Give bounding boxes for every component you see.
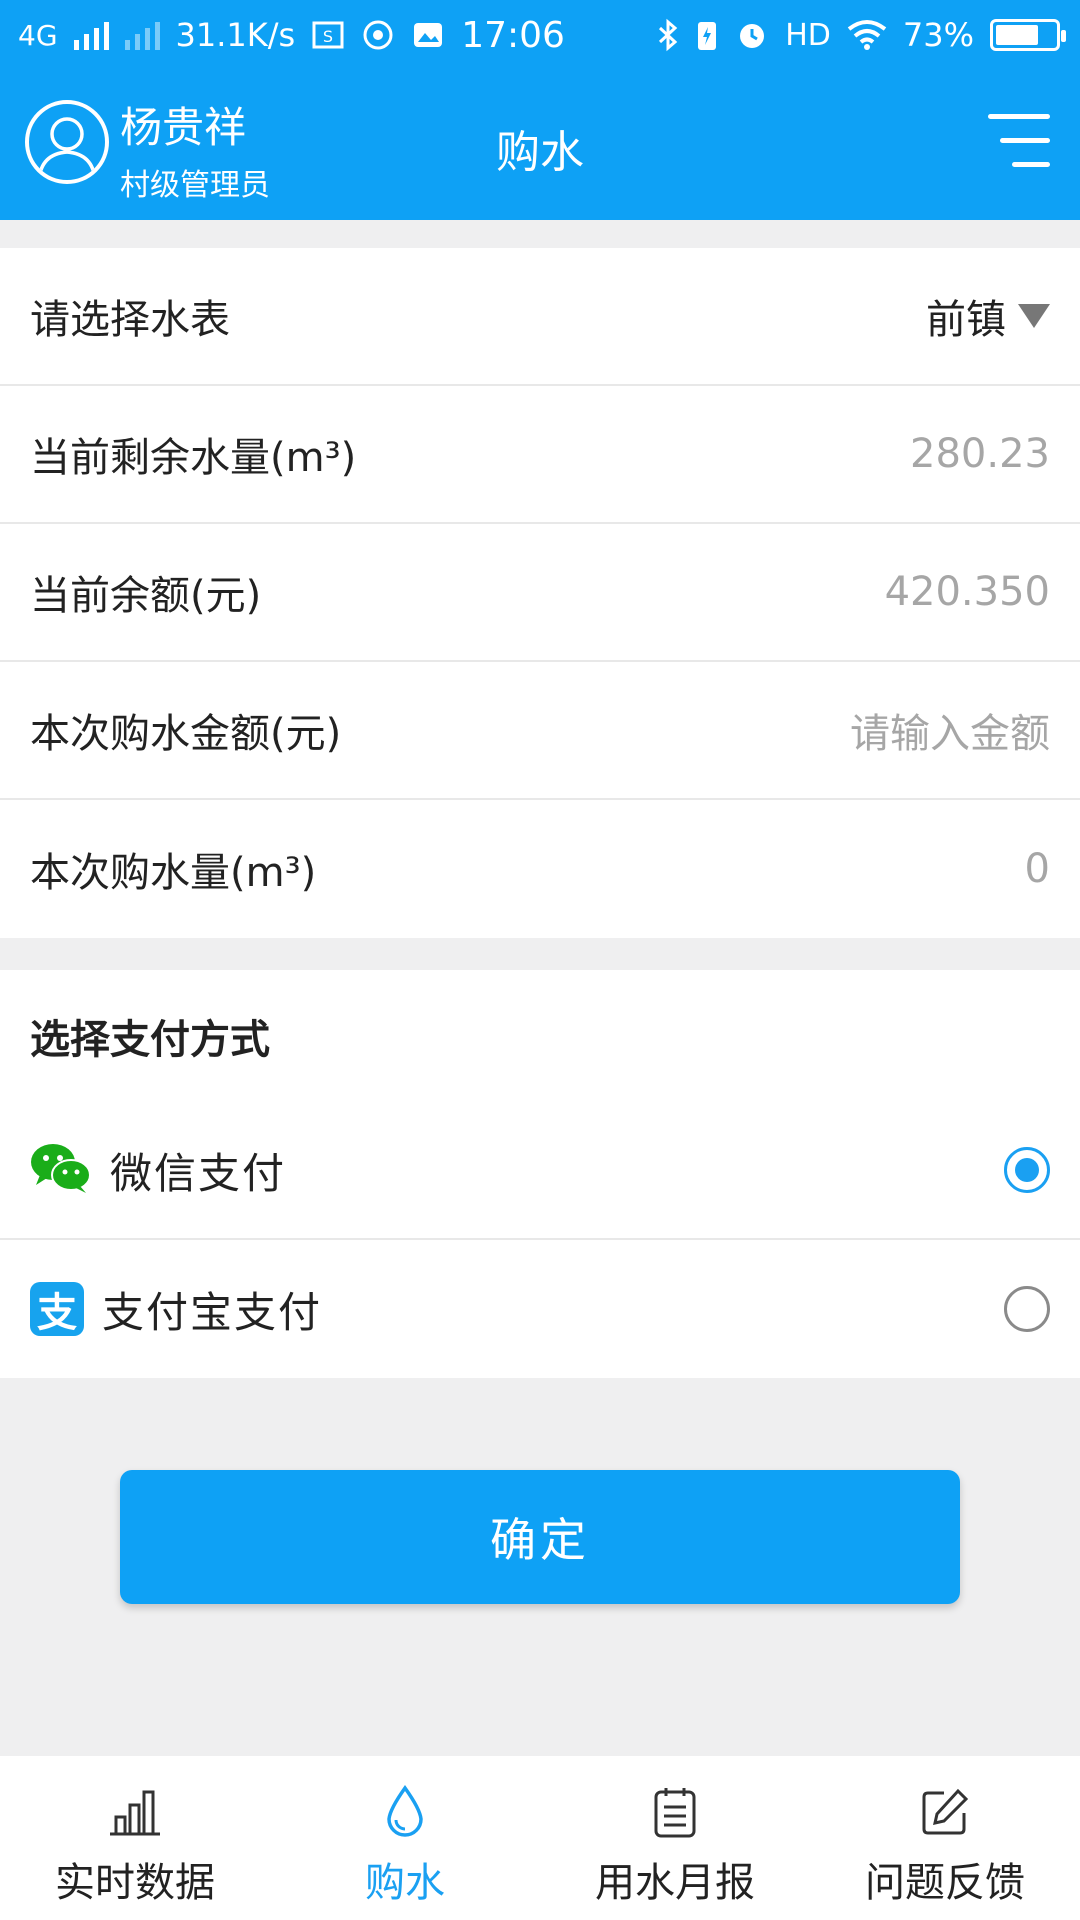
signal-secondary-icon (124, 20, 160, 50)
payment-option-wechat[interactable]: 微信支付 (0, 1102, 1080, 1240)
nav-label: 问题反馈 (865, 1860, 1025, 1906)
alipay-label: 支付宝支付 (102, 1287, 323, 1337)
nav-item-feedback[interactable]: 问题反馈 (810, 1756, 1080, 1920)
payment-option-alipay[interactable]: 支 支付宝支付 (0, 1240, 1080, 1378)
network-speed: 31.1K/s (175, 16, 296, 54)
alipay-radio[interactable] (1004, 1286, 1050, 1332)
report-icon (647, 1784, 703, 1840)
amount-row[interactable]: 本次购水金额(元) 请输入金额 (0, 662, 1080, 800)
confirm-button[interactable]: 确定 (120, 1470, 960, 1604)
battery-icon (990, 19, 1066, 51)
screenshot-icon: S (311, 18, 345, 52)
nav-label: 购水 (365, 1860, 445, 1906)
gallery-icon (411, 18, 445, 52)
nav-item-realtime-data[interactable]: 实时数据 (0, 1756, 270, 1920)
wifi-icon (847, 19, 887, 51)
bar-chart-icon (107, 1784, 163, 1840)
payment-section: 选择支付方式 微信支付 支 支付宝支付 (0, 970, 1080, 1378)
remaining-water-label: 当前剩余水量(m³) (30, 435, 357, 481)
hd-indicator: HD (785, 17, 831, 53)
signal-icon (73, 20, 109, 50)
wechat-label: 微信支付 (110, 1148, 287, 1198)
wechat-icon (30, 1141, 92, 1199)
page-title: 购水 (496, 127, 584, 178)
app-header: 杨贵祥 村级管理员 购水 (0, 70, 1080, 220)
balance-label: 当前余额(元) (30, 573, 262, 619)
remaining-water-row: 当前剩余水量(m³) 280.23 (0, 386, 1080, 524)
menu-button[interactable] (982, 114, 1050, 174)
payment-option-left: 微信支付 (30, 1140, 286, 1201)
alarm-icon (735, 18, 769, 52)
water-drop-icon (377, 1784, 433, 1840)
battery-percent: 73% (902, 16, 974, 54)
charging-icon (695, 18, 719, 52)
browser-icon (361, 18, 395, 52)
payment-title: 选择支付方式 (30, 1017, 270, 1063)
bottom-nav: 实时数据 购水 用水月报 问题反馈 (0, 1756, 1080, 1920)
quantity-row: 本次购水量(m³) 0 (0, 800, 1080, 938)
app-screen: 4G 31.1K/s S 17:06 HD 73% 杨贵祥 村级管理员 购水 请… (0, 0, 1080, 1920)
nav-label: 实时数据 (55, 1860, 215, 1906)
balance-value: 420.350 (884, 569, 1050, 615)
bluetooth-icon (657, 18, 679, 52)
edit-icon (917, 1784, 973, 1840)
status-left: 4G 31.1K/s S 17:06 (18, 15, 565, 56)
network-type: 4G (18, 18, 58, 52)
quantity-value: 0 (1024, 846, 1050, 892)
balance-row: 当前余额(元) 420.350 (0, 524, 1080, 662)
nav-item-monthly-report[interactable]: 用水月报 (540, 1756, 810, 1920)
status-right: HD 73% (657, 16, 1066, 54)
payment-option-left: 支 支付宝支付 (30, 1279, 322, 1340)
amount-label: 本次购水金额(元) (30, 711, 342, 757)
nav-item-buy-water[interactable]: 购水 (270, 1756, 540, 1920)
purchase-form: 请选择水表 前镇 当前剩余水量(m³) 280.23 当前余额(元) 420.3… (0, 248, 1080, 938)
wechat-radio[interactable] (1004, 1147, 1050, 1193)
clock: 17:06 (461, 14, 565, 56)
meter-label: 请选择水表 (30, 297, 230, 343)
remaining-water-value: 280.23 (910, 431, 1050, 477)
meter-select[interactable]: 前镇 (926, 287, 1050, 345)
meter-select-row[interactable]: 请选择水表 前镇 (0, 248, 1080, 386)
dropdown-caret-icon (1018, 304, 1050, 328)
svg-text:S: S (323, 27, 333, 46)
status-bar: 4G 31.1K/s S 17:06 HD 73% (0, 0, 1080, 70)
meter-value: 前镇 (926, 297, 1006, 343)
nav-label: 用水月报 (595, 1860, 755, 1906)
alipay-icon: 支 (30, 1282, 84, 1336)
amount-input[interactable]: 请输入金额 (850, 701, 1050, 759)
quantity-label: 本次购水量(m³) (30, 850, 317, 896)
